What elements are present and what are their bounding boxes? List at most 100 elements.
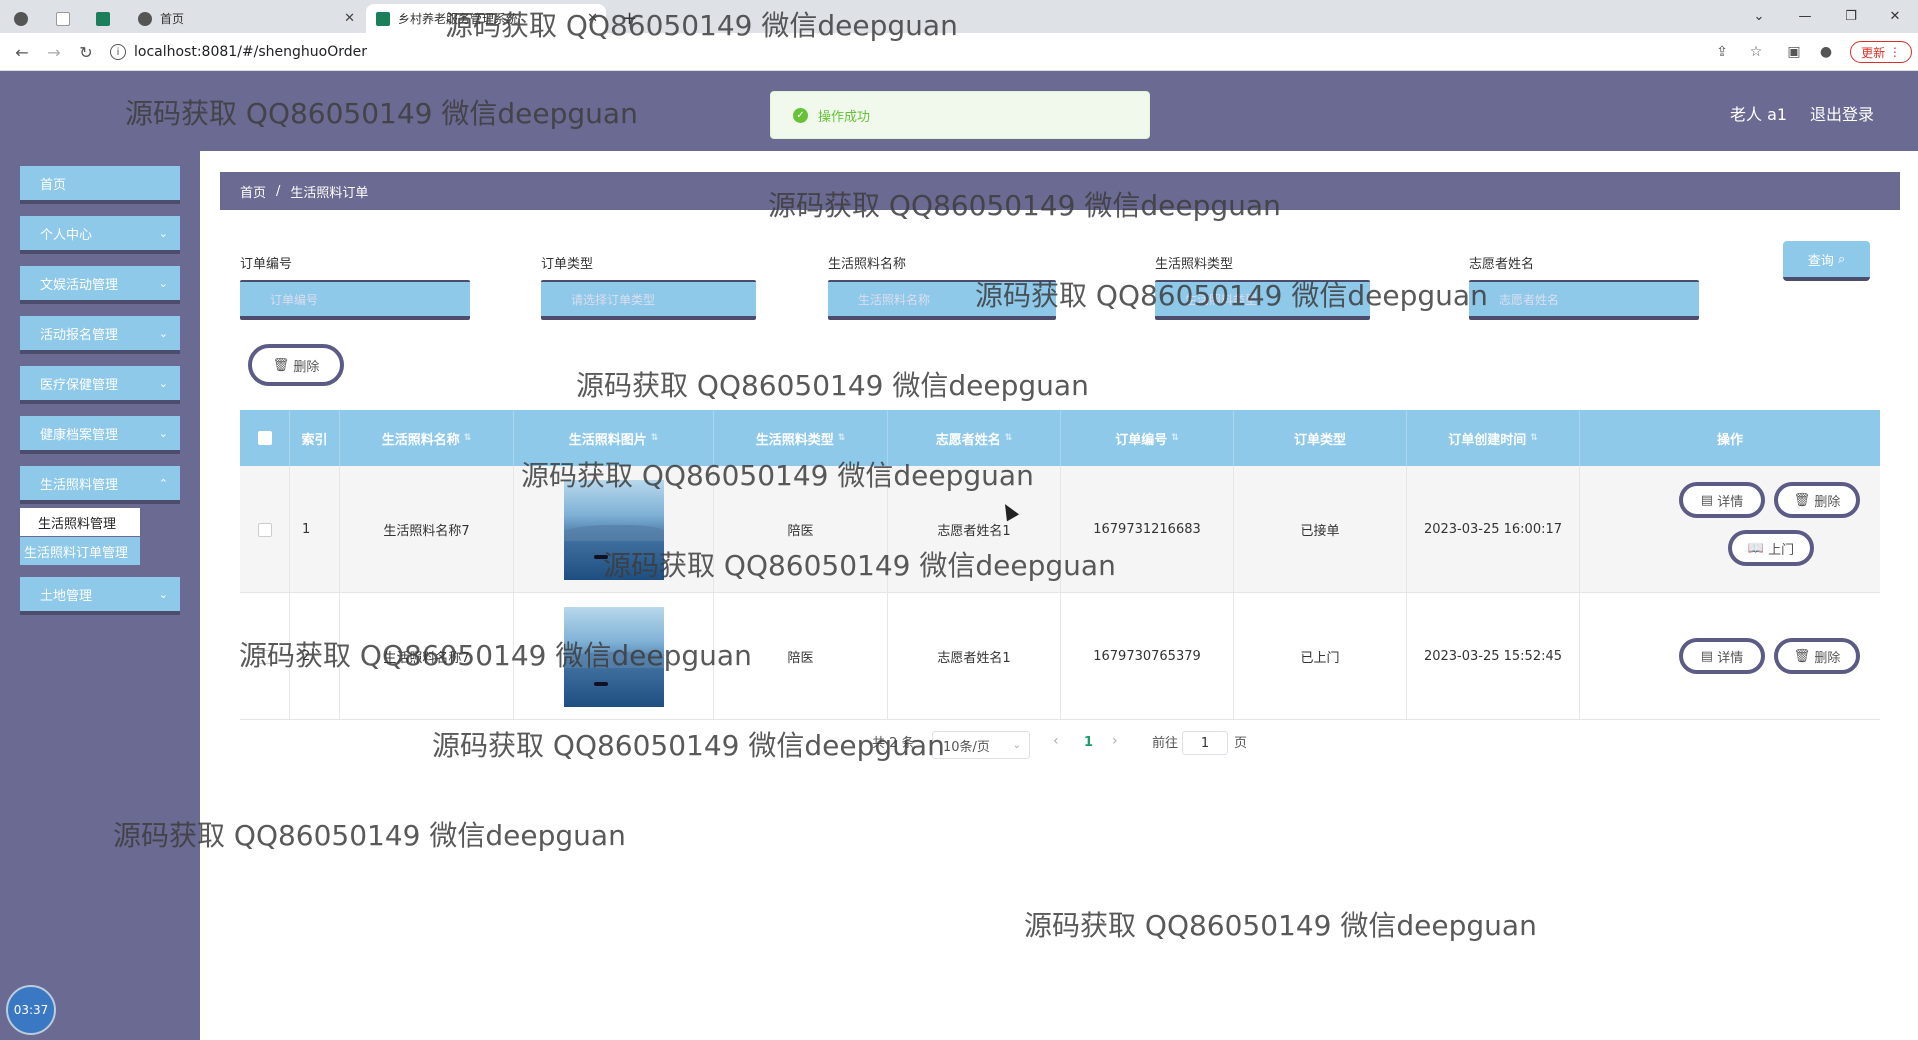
detail-button[interactable]: ▤ 详情 (1679, 482, 1765, 518)
care-type-label: 生活照料类型 (1155, 257, 1234, 272)
prev-page-button[interactable]: ‹ (1053, 733, 1059, 749)
col-label: 订单编号 (1115, 432, 1168, 448)
sidebar-item-land[interactable]: 土地管理 ⌄ (20, 577, 180, 615)
sort-icon[interactable]: ⇅ (464, 433, 472, 443)
col-order-no[interactable]: 订单编号 ⇅ (1061, 410, 1234, 466)
tab-github[interactable] (10, 4, 40, 33)
cell-name: 生活照料名称7 (340, 593, 514, 720)
order-type-label: 订单类型 (541, 257, 594, 272)
col-volunteer[interactable]: 志愿者姓名 ⇅ (888, 410, 1061, 466)
chevron-down-icon: ⌄ (158, 587, 168, 601)
reload-button[interactable]: ↻ (74, 40, 98, 64)
breadcrumb: 首页 / 生活照料订单 (220, 172, 1900, 210)
order-type-select[interactable]: 请选择订单类型 (541, 280, 756, 320)
forward-button[interactable]: → (42, 40, 66, 64)
checkbox[interactable] (257, 649, 272, 664)
col-label: 生活照料名称 (381, 432, 460, 448)
checkbox[interactable] (257, 431, 272, 445)
sidebar-item-health-records[interactable]: 健康档案管理 ⌄ (20, 416, 180, 454)
col-label: 生活照料类型 (755, 432, 834, 448)
page-size-select[interactable]: 10条/页 ⌄ (932, 731, 1030, 759)
batch-delete-button[interactable]: 🗑 删除 (248, 344, 344, 386)
star-icon[interactable]: ☆ (1746, 42, 1766, 62)
col-image[interactable]: 生活照料图片 ⇅ (514, 410, 714, 466)
breadcrumb-current: 生活照料订单 (290, 185, 369, 201)
delete-button[interactable]: 🗑 删除 (1774, 638, 1860, 674)
tab-active[interactable]: 乡村养老服务管理系统 ✕ (366, 4, 606, 33)
tab-vue[interactable] (92, 4, 122, 33)
trash-icon: 🗑 (1793, 492, 1811, 508)
care-image[interactable] (563, 479, 664, 580)
tab-blank[interactable] (52, 4, 82, 33)
sidebar-item-label: 医疗保健管理 (40, 377, 119, 393)
watermark: 源码获取 QQ86050149 微信deepguan (1024, 909, 1537, 942)
care-name-input[interactable]: 生活照料名称 (828, 280, 1056, 320)
order-no-input[interactable]: 订单编号 (240, 280, 470, 320)
url-field[interactable]: i localhost:8081/#/shenghuoOrder (110, 40, 367, 64)
close-window-button[interactable]: ✕ (1872, 0, 1918, 33)
breadcrumb-separator: / (276, 183, 281, 199)
sidebar-item-medical[interactable]: 医疗保健管理 ⌄ (20, 366, 180, 404)
chevron-down-icon: ⌄ (1012, 739, 1021, 751)
browser-tab-bar: 首页 ✕ 乡村养老服务管理系统 ✕ + ⌄ — ❐ ✕ (0, 0, 1918, 33)
current-page[interactable]: 1 (1084, 735, 1093, 750)
new-tab-button[interactable]: + (612, 4, 642, 33)
query-button[interactable]: 查询 ⌕ (1783, 241, 1870, 281)
sidebar-item-home[interactable]: 首页 (20, 166, 180, 204)
col-created[interactable]: 订单创建时间 ⇅ (1407, 410, 1580, 466)
care-type-input[interactable]: 生活照料类型 (1155, 280, 1370, 320)
col-index: 索引 (290, 410, 340, 466)
sidebar-item-profile[interactable]: 个人中心 ⌄ (20, 216, 180, 254)
minimize-button[interactable]: — (1782, 0, 1828, 33)
cell-index: 1 (290, 466, 340, 593)
success-toast: ✓ 操作成功 (770, 91, 1150, 139)
detail-button[interactable]: ▤ 详情 (1679, 638, 1765, 674)
col-type[interactable]: 生活照料类型 ⇅ (714, 410, 888, 466)
sort-icon[interactable]: ⇅ (838, 433, 846, 443)
sidebar-item-label: 活动报名管理 (40, 327, 119, 343)
row-checkbox[interactable] (240, 466, 290, 593)
chevron-left-icon: ‹ (1053, 733, 1059, 749)
cell-order-no: 1679731216683 (1061, 466, 1234, 593)
tab-home[interactable]: 首页 ✕ (128, 4, 363, 33)
vue-icon (376, 11, 390, 26)
submenu-life-care-orders[interactable]: 生活照料订单管理 (20, 537, 140, 565)
detail-label: 详情 (1717, 650, 1744, 666)
vue-icon (96, 11, 110, 26)
row-checkbox[interactable] (240, 593, 290, 720)
sort-icon[interactable]: ⇅ (1005, 433, 1013, 443)
back-button[interactable]: ← (10, 40, 34, 64)
sidebar-item-registration[interactable]: 活动报名管理 ⌄ (20, 316, 180, 354)
delete-button[interactable]: 🗑 删除 (1774, 482, 1860, 518)
select-all-checkbox[interactable] (240, 410, 290, 466)
breadcrumb-home[interactable]: 首页 (240, 182, 266, 201)
volunteer-name-input[interactable]: 志愿者姓名 (1469, 280, 1699, 320)
tab-search-button[interactable]: ⌄ (1736, 0, 1782, 33)
page-suffix: 页 (1234, 736, 1248, 751)
sort-icon[interactable]: ⇅ (1530, 433, 1538, 443)
next-page-button[interactable]: › (1112, 733, 1118, 749)
close-icon[interactable]: ✕ (344, 11, 355, 26)
logout-link[interactable]: 退出登录 (1810, 101, 1874, 125)
submenu-life-care[interactable]: 生活照料管理 (20, 508, 140, 536)
chevron-down-icon: ⌄ (158, 376, 168, 390)
current-user: 老人 a1 (1730, 105, 1788, 124)
care-image[interactable] (563, 606, 664, 707)
update-button[interactable]: 更新 ⋮ (1850, 41, 1912, 63)
sidebar-item-entertainment[interactable]: 文娱活动管理 ⌄ (20, 266, 180, 304)
sidebar-item-life-care[interactable]: 生活照料管理 ⌃ (20, 466, 180, 504)
sort-icon[interactable]: ⇅ (1171, 433, 1179, 443)
sidebar-item-label: 首页 (40, 177, 67, 193)
clock-badge: 03:37 (6, 985, 56, 1035)
sort-icon[interactable]: ⇅ (651, 433, 659, 443)
close-icon[interactable]: ✕ (587, 11, 598, 26)
goto-page-input[interactable]: 1 (1182, 731, 1228, 755)
visit-button[interactable]: 📖 上门 (1728, 530, 1814, 566)
col-name[interactable]: 生活照料名称 ⇅ (340, 410, 514, 466)
share-icon[interactable]: ⇪ (1712, 42, 1732, 62)
cell-actions: ▤ 详情 🗑 删除 (1580, 593, 1880, 720)
restore-button[interactable]: ❐ (1828, 0, 1874, 33)
profile-icon[interactable]: ● (1816, 42, 1836, 62)
sidepanel-icon[interactable]: ▣ (1784, 42, 1804, 62)
checkbox[interactable] (257, 522, 272, 537)
